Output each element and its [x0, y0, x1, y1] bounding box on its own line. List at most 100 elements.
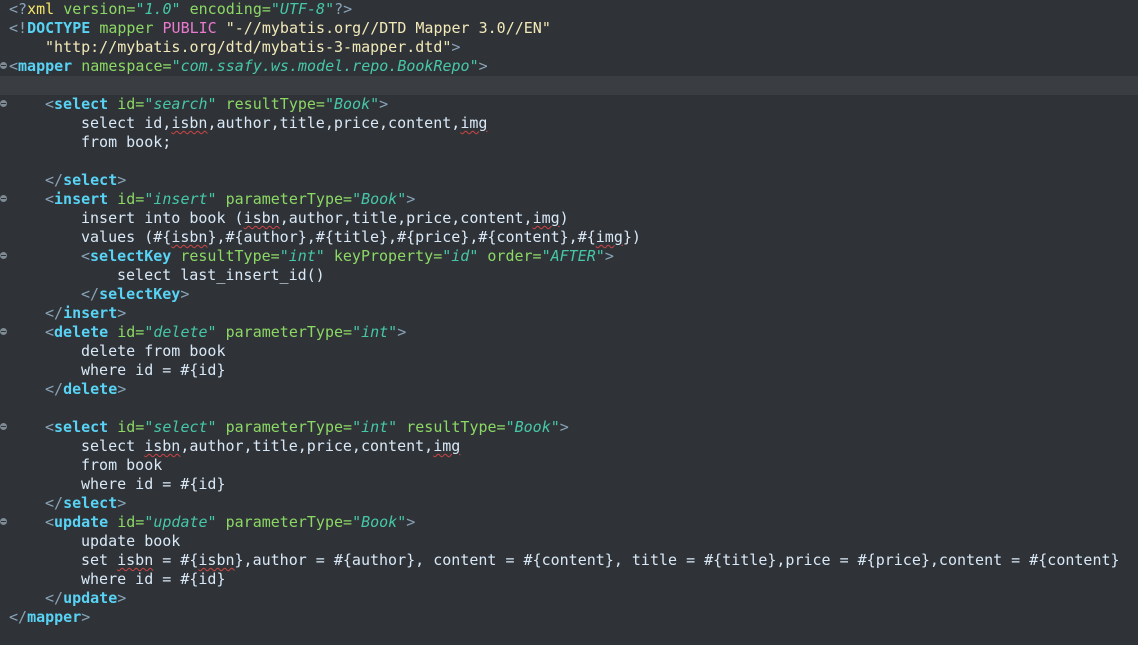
- code-line[interactable]: </select>: [0, 171, 1138, 190]
- fold-toggle-icon[interactable]: [0, 328, 7, 335]
- tag-open: <: [45, 190, 55, 208]
- spelling-warning: img: [460, 114, 488, 132]
- attr-name: id=: [117, 323, 145, 341]
- sql-text: select id,: [81, 114, 172, 132]
- attr-value: "insert": [144, 190, 217, 208]
- fold-toggle-icon[interactable]: [0, 518, 7, 525]
- tag-close: >: [478, 57, 488, 75]
- code-line[interactable]: delete from book: [0, 342, 1138, 361]
- code-line[interactable]: "http://mybatis.org/dtd/mybatis-3-mapper…: [0, 38, 1138, 57]
- sql-text: where id = #{id}: [81, 475, 226, 493]
- code-line[interactable]: update book: [0, 532, 1138, 551]
- fold-toggle-icon[interactable]: [0, 100, 7, 107]
- tag-open: </: [45, 494, 64, 512]
- tag-open: <: [45, 418, 55, 436]
- tag-open: <: [45, 513, 55, 531]
- tag-name: mapper: [27, 608, 82, 626]
- code-line[interactable]: <selectKey resultType="int" keyProperty=…: [0, 247, 1138, 266]
- code-line[interactable]: where id = #{id}: [0, 361, 1138, 380]
- spelling-warning: isbn: [198, 551, 235, 569]
- sql-text: where id = #{id}: [81, 570, 226, 588]
- code-line[interactable]: select isbn,author,title,price,content,i…: [0, 437, 1138, 456]
- code-line[interactable]: <select id="select" parameterType="int" …: [0, 418, 1138, 437]
- sql-text: ,author,title,price,content,: [180, 437, 434, 455]
- tag-open: </: [45, 589, 64, 607]
- fold-toggle-icon[interactable]: [0, 252, 7, 259]
- doctype-public-id: "-//mybatis.org//DTD Mapper 3.0//EN": [225, 19, 551, 37]
- attr-name: parameterType=: [225, 190, 353, 208]
- attr-value: "1.0": [135, 0, 181, 18]
- code-line[interactable]: </delete>: [0, 380, 1138, 399]
- code-line[interactable]: select last_insert_id(): [0, 266, 1138, 285]
- code-line[interactable]: from book: [0, 456, 1138, 475]
- tag-close: >: [81, 608, 91, 626]
- code-line[interactable]: select id,isbn,author,title,price,conten…: [0, 114, 1138, 133]
- code-line[interactable]: from book;: [0, 133, 1138, 152]
- attr-name: parameterType=: [225, 323, 353, 341]
- code-line[interactable]: <?xml version="1.0" encoding="UTF-8"?>: [0, 0, 1138, 19]
- code-line[interactable]: [0, 152, 1138, 171]
- code-line[interactable]: </insert>: [0, 304, 1138, 323]
- attr-value: "delete": [144, 323, 217, 341]
- tag-name: mapper: [18, 57, 73, 75]
- spelling-warning: img: [532, 209, 560, 227]
- code-line[interactable]: <select id="search" resultType="Book">: [0, 95, 1138, 114]
- code-line[interactable]: <!DOCTYPE mapper PUBLIC "-//mybatis.org/…: [0, 19, 1138, 38]
- tag-close: >: [117, 304, 127, 322]
- attr-name: id=: [117, 95, 145, 113]
- current-line[interactable]: [0, 76, 1138, 95]
- tag-name: select: [63, 494, 118, 512]
- attr-name: parameterType=: [225, 418, 353, 436]
- tag-open: <: [45, 95, 55, 113]
- code-line[interactable]: values (#{isbn},#{author},#{title},#{pri…: [0, 228, 1138, 247]
- tag-open: </: [45, 380, 64, 398]
- sql-text: select last_insert_id(): [117, 266, 325, 284]
- code-line[interactable]: where id = #{id}: [0, 475, 1138, 494]
- code-line[interactable]: </mapper>: [0, 608, 1138, 627]
- tag-close: >: [117, 380, 127, 398]
- tag-close: >: [559, 418, 569, 436]
- attr-name: resultType=: [406, 418, 506, 436]
- attr-value: "Book": [324, 95, 380, 113]
- doctype-close: >: [451, 38, 461, 56]
- tag-name: update: [63, 589, 118, 607]
- code-line[interactable]: set isbn = #{isbn},author = #{author}, c…: [0, 551, 1138, 570]
- sql-text: = #{: [153, 551, 199, 569]
- spelling-warning: isbn: [171, 228, 208, 246]
- code-line[interactable]: <mapper namespace="com.ssafy.ws.model.re…: [0, 57, 1138, 76]
- code-line[interactable]: </update>: [0, 589, 1138, 608]
- spelling-warning: isbn: [171, 114, 208, 132]
- tag-name: select: [54, 95, 109, 113]
- doctype-root: mapper: [99, 19, 154, 37]
- spelling-warning: img: [433, 437, 461, 455]
- attr-value: "com.ssafy.ws.model.repo.BookRepo": [171, 57, 479, 75]
- code-line[interactable]: </selectKey>: [0, 285, 1138, 304]
- sql-text: select: [81, 437, 145, 455]
- code-line[interactable]: [0, 399, 1138, 418]
- code-editor[interactable]: <?xml version="1.0" encoding="UTF-8"?> <…: [0, 0, 1138, 645]
- sql-text: from book;: [81, 133, 172, 151]
- code-line[interactable]: <delete id="delete" parameterType="int">: [0, 323, 1138, 342]
- tag-open: <: [45, 323, 55, 341]
- tag-close: >: [117, 589, 127, 607]
- fold-toggle-icon[interactable]: [0, 62, 7, 69]
- tag-name: select: [54, 418, 109, 436]
- attr-name: namespace=: [81, 57, 172, 75]
- tag-open: <: [81, 247, 91, 265]
- fold-toggle-icon[interactable]: [0, 423, 7, 430]
- tag-open: <: [9, 57, 19, 75]
- code-line[interactable]: </select>: [0, 494, 1138, 513]
- attr-name: parameterType=: [225, 513, 353, 531]
- sql-text: ): [559, 209, 569, 227]
- attr-name: resultType=: [225, 95, 325, 113]
- attr-name: version=: [63, 0, 136, 18]
- fold-toggle-icon[interactable]: [0, 195, 7, 202]
- sql-text: from book: [81, 456, 163, 474]
- attr-value: "int": [279, 247, 325, 265]
- attr-name: id=: [117, 513, 145, 531]
- tag-name: delete: [54, 323, 109, 341]
- code-line[interactable]: <update id="update" parameterType="Book"…: [0, 513, 1138, 532]
- code-line[interactable]: <insert id="insert" parameterType="Book"…: [0, 190, 1138, 209]
- code-line[interactable]: where id = #{id}: [0, 570, 1138, 589]
- code-line[interactable]: insert into book (isbn,author,title,pric…: [0, 209, 1138, 228]
